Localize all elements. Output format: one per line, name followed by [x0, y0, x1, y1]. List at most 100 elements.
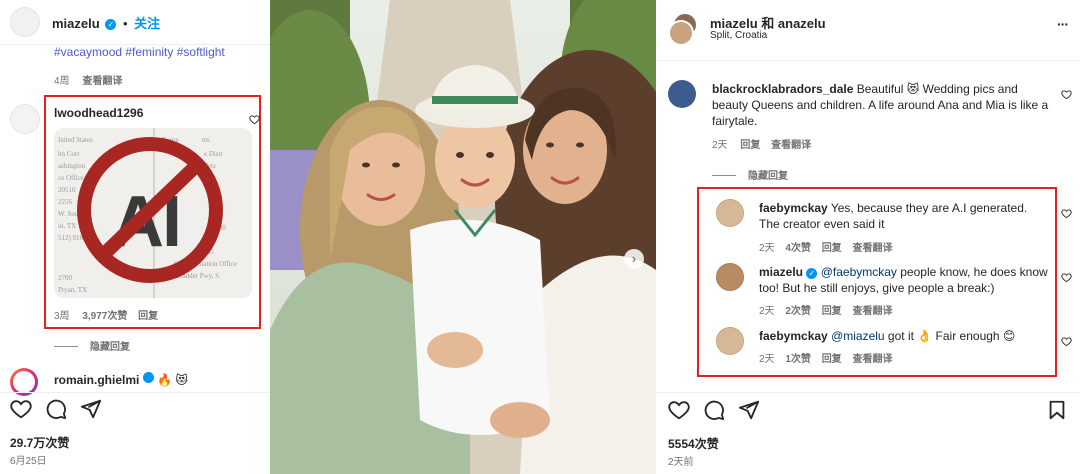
comment-username[interactable]: lwoodhead1296 [54, 106, 143, 120]
reply1-avatar[interactable] [716, 199, 744, 227]
caption-translate[interactable]: 查看翻译 [82, 76, 122, 87]
reply3-avatar[interactable] [716, 327, 744, 355]
reply2-translate[interactable]: 查看翻译 [852, 306, 892, 317]
svg-text:hn Corr: hn Corr [58, 150, 80, 158]
right-post-panel: miazelu 和 anazelu Split, Croatia ··· bla… [656, 0, 1080, 474]
hidden-replies-label: 隐藏回复 [748, 171, 788, 182]
bookmark-icon[interactable] [1046, 399, 1068, 426]
hidden-replies-left[interactable]: 隐藏回复 [54, 338, 130, 353]
main-comment-username[interactable]: blackrocklabradors_dale [712, 82, 853, 96]
reply3-heart-icon[interactable] [1061, 334, 1072, 347]
svg-text:in, TX: in, TX [58, 222, 76, 230]
svg-text:W. Sou: W. Sou [58, 210, 79, 218]
follow-button[interactable]: 关注 [134, 16, 160, 31]
main-comment-time: 2天 [712, 140, 728, 151]
header-avatar[interactable] [10, 7, 40, 37]
reply3-translate[interactable]: 查看翻译 [852, 354, 892, 365]
svg-text:Pryan, TX: Pryan, TX [58, 286, 87, 294]
left-post-panel: miazelu ✓ • 关注 #vacaymood #feminity #sof… [0, 0, 270, 474]
svg-text:20510: 20510 [58, 186, 76, 194]
svg-text:e Distr: e Distr [204, 150, 224, 158]
reply1-heart-icon[interactable] [1061, 206, 1072, 219]
svg-text:512) 916: 512) 916 [58, 234, 84, 242]
reply3-meta: 2天 1次赞 回复 查看翻译 [759, 350, 892, 365]
post-photo[interactable]: › [270, 0, 656, 474]
reply3-time: 2天 [759, 354, 775, 365]
comment-time: 3周 [54, 311, 70, 322]
comment-likes[interactable]: 3,977次赞 [82, 311, 127, 322]
reply3: faebymckay @miazelu got it 👌 Fair enough… [759, 328, 1049, 344]
comment2-avatar-inner [13, 371, 35, 393]
comment-image[interactable]: Inited States hn Corr ashington ce Office … [54, 128, 252, 298]
comment-reply[interactable]: 回复 [138, 311, 158, 322]
reply1-translate[interactable]: 查看翻译 [852, 243, 892, 254]
reply3-reply[interactable]: 回复 [822, 354, 842, 365]
hidden-replies-right[interactable]: 隐藏回复 [712, 167, 788, 182]
main-comment-reply[interactable]: 回复 [740, 140, 760, 151]
caption-meta: 4周 查看翻译 [54, 72, 122, 87]
svg-text:Inited States: Inited States [58, 136, 93, 144]
header-location[interactable]: Split, Croatia [710, 30, 767, 41]
more-icon[interactable]: ··· [1057, 16, 1069, 32]
svg-text:ashington: ashington [58, 162, 86, 170]
reply2-text: people know, he does know too! But he st… [759, 265, 1048, 295]
comment-icon[interactable] [45, 398, 67, 425]
replies-line [54, 346, 78, 347]
comment-avatar[interactable] [10, 104, 40, 134]
verified-icon: ✓ [105, 19, 117, 30]
main-comment-meta: 2天 回复 查看翻译 [712, 136, 811, 151]
caption-time: 4周 [54, 76, 70, 87]
separator-dot: • [122, 16, 128, 31]
svg-text:2256: 2256 [58, 198, 73, 206]
reply1-likes[interactable]: 4次赞 [785, 243, 811, 254]
comment2: romain.ghielmi 🔥 😻 [54, 372, 188, 387]
comment-meta: 3周 3,977次赞 回复 [54, 307, 158, 322]
hidden-replies-label: 隐藏回复 [90, 342, 130, 353]
header-avatar-2[interactable] [668, 20, 694, 46]
reply2-username[interactable]: miazelu [759, 265, 803, 279]
comment-like-heart-icon[interactable] [249, 112, 260, 125]
post-date-right: 2天前 [668, 457, 694, 468]
comment2-username[interactable]: romain.ghielmi [54, 373, 139, 387]
likes-count[interactable]: 29.7万次赞 [10, 434, 69, 451]
svg-text:2700: 2700 [58, 274, 73, 282]
reply1-time: 2天 [759, 243, 775, 254]
comment-icon[interactable] [703, 399, 725, 426]
hashtags[interactable]: #vacaymood #feminity #softlight [54, 45, 225, 59]
main-comment-translate[interactable]: 查看翻译 [771, 140, 811, 151]
reply2-likes[interactable]: 2次赞 [785, 306, 811, 317]
svg-text:tes: tes [202, 136, 210, 144]
reply2: miazelu ✓ @faebymckay people know, he do… [759, 264, 1049, 296]
heart-icon[interactable] [10, 398, 32, 425]
share-icon[interactable] [80, 398, 102, 425]
likes-count-right[interactable]: 5554次赞 [668, 435, 719, 452]
actions-divider [0, 392, 270, 393]
share-icon[interactable] [738, 399, 760, 426]
reply3-text: got it 👌 Fair enough 😊 [884, 329, 1016, 343]
comment2-emojis: 🔥 😻 [157, 373, 188, 387]
heart-icon[interactable] [668, 399, 690, 426]
reply3-mention[interactable]: @miazelu [831, 329, 885, 343]
no-ai-sign-image: Inited Stateshn Corrashington ce Office … [54, 128, 252, 298]
verified-icon: ✓ [806, 268, 818, 279]
post-header: miazelu ✓ • 关注 [52, 13, 160, 32]
header-divider-right [656, 60, 1080, 61]
reply2-heart-icon[interactable] [1061, 270, 1072, 283]
reply2-mention[interactable]: @faebymckay [821, 265, 897, 279]
reply3-likes[interactable]: 1次赞 [785, 354, 811, 365]
reply1-reply[interactable]: 回复 [822, 243, 842, 254]
reply2-time: 2天 [759, 306, 775, 317]
main-comment-heart-icon[interactable] [1061, 87, 1072, 100]
carousel-next-icon[interactable]: › [624, 249, 644, 269]
reply2-meta: 2天 2次赞 回复 查看翻译 [759, 302, 892, 317]
main-comment-avatar[interactable] [668, 80, 696, 108]
reply3-username[interactable]: faebymckay [759, 329, 828, 343]
verified-icon [142, 372, 154, 383]
reply2-reply[interactable]: 回复 [822, 306, 842, 317]
actions-divider-right [656, 392, 1080, 393]
post-date: 6月25日 [10, 456, 47, 467]
main-comment: blackrocklabradors_dale Beautiful 😻 Wedd… [712, 81, 1057, 129]
reply2-avatar[interactable] [716, 263, 744, 291]
reply1-username[interactable]: faebymckay [759, 201, 828, 215]
header-username[interactable]: miazelu [52, 16, 100, 31]
